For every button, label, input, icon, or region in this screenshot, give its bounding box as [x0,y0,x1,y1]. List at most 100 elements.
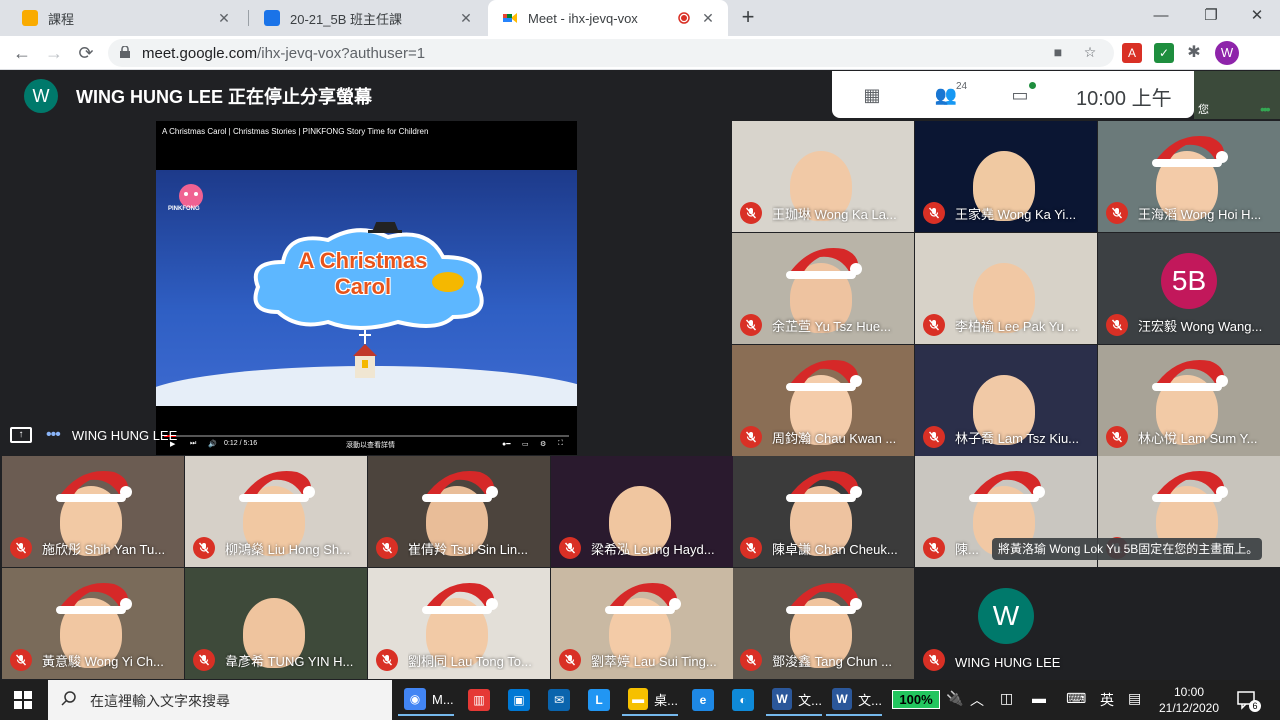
participant-name: 王珈琳 Wong Ka La... [772,207,897,222]
video-progress-bar[interactable] [164,435,569,437]
forward-button[interactable]: → [40,40,68,66]
participant-name: 林心悅 Lam Sum Y... [1138,431,1258,446]
shield-extension-icon[interactable]: ✓ [1154,43,1174,63]
windows-start-icon[interactable] [14,691,32,709]
close-icon[interactable]: ✕ [214,10,234,27]
puzzle-icon[interactable]: ✱ [1184,43,1204,63]
url-host: meet.google.com [142,45,258,62]
reload-button[interactable]: ⟳ [72,40,100,66]
taskbar-app-word[interactable]: W 文... [766,684,822,716]
participant-tile[interactable]: 梁希泓 Leung Hayd... [551,456,733,567]
participant-tile[interactable]: 鄧浚鑫 Tang Chun ... [732,568,914,679]
participant-tile[interactable]: 劉萃婷 Lau Sui Ting... [551,568,733,679]
more-options-icon[interactable]: ••• [46,426,61,444]
participant-name: WING HUNG LEE [955,655,1061,670]
camera-icon[interactable]: ■ [1048,44,1068,62]
taskbar-app-word[interactable]: W 文... [826,684,882,716]
participant-tile[interactable]: 王家堯 Wong Ka Yi... [915,121,1097,232]
santa-hat-icon [239,471,315,502]
taskbar-app-app-red[interactable]: ▥ [462,684,498,716]
pin-toast: 將黃洛瑜 Wong Lok Yu 5B固定在您的主畫面上。 [992,538,1262,560]
pdf-extension-icon[interactable]: A [1122,43,1142,63]
tab-classroom[interactable]: 20-21_5B 班主任課 ✕ [250,0,486,36]
meet-tray-icon[interactable]: ◫ [1000,690,1013,707]
participant-tile[interactable]: 劉桐同 Lau Tong To... [368,568,550,679]
settings-icon[interactable]: ⚙ [540,440,546,448]
participant-tile[interactable]: 韋彥希 TUNG YIN H... [185,568,367,679]
ime-language[interactable]: 英 [1100,690,1114,710]
participant-tile[interactable]: 余芷萱 Yu Tsz Hue... [732,233,914,344]
battery-indicator[interactable]: 100% [892,690,940,709]
chevron-up-icon[interactable]: ︿ [970,690,984,710]
shared-screen[interactable]: A Christmas Carol | Christmas Stories | … [156,121,577,455]
mic-off-icon [740,537,762,559]
video-controls[interactable]: ▶ ⏭ 🔊 0:12 / 5:16 滾動以查看詳情 ●━ ▭ ⚙ ⛶ [156,435,577,455]
tab-label: 課程 [48,11,75,27]
participant-name: 施欣彤 Shih Yan Tu... [42,542,166,557]
subtitles-icon[interactable]: ▭ [522,440,529,448]
search-icon [61,691,76,706]
participant-tile[interactable]: 崔倩羚 Tsui Sin Lin... [368,456,550,567]
volume-icon[interactable]: 🔊 [208,440,217,448]
word-icon: W [772,688,793,710]
participant-tile[interactable]: 陳卓謙 Chan Cheuk... [732,456,914,567]
mic-off-icon [740,314,762,336]
participant-tile[interactable]: 林子喬 Lam Tsz Kiu... [915,345,1097,456]
mic-off-icon [559,649,581,671]
taskbar-app-folder[interactable]: ▬ 桌... [622,684,678,716]
santa-hat-icon [56,471,132,502]
participant-tile[interactable]: 林心悅 Lam Sum Y... [1098,345,1280,456]
tab-meet[interactable]: Meet - ihx-jevq-vox ✕ [488,0,728,36]
participant-name: 王海滔 Wong Hoi H... [1138,207,1262,222]
participant-tile[interactable]: 5B 汪宏毅 Wong Wang... [1098,233,1280,344]
participant-tile[interactable]: 柳鴻燊 Liu Hong Sh... [185,456,367,567]
participant-tile[interactable]: 李柏褕 Lee Pak Yu ... [915,233,1097,344]
autoplay-toggle-icon[interactable]: ●━ [502,440,510,448]
system-clock[interactable]: 10:00 21/12/2020 [1158,684,1220,716]
window-close-button[interactable]: ✕ [1234,4,1280,30]
display-icon[interactable]: ▬ [1032,690,1046,706]
presenter-status: WING HUNG LEE 正在停止分享螢幕 [76,87,372,107]
edge-icon: ◐ [732,689,754,711]
minimize-button[interactable]: — [1138,4,1184,30]
more-options-icon[interactable]: ••• [1260,101,1271,117]
ime-mode-icon[interactable]: ▤ [1128,690,1141,707]
participant-name: 李柏褕 Lee Pak Yu ... [955,319,1079,334]
next-icon[interactable]: ⏭ [190,440,196,448]
participant-tile[interactable]: 王珈琳 Wong Ka La... [732,121,914,232]
mic-off-icon [923,202,945,224]
participant-tile[interactable]: 黃意駿 Wong Yi Ch... [2,568,184,679]
bookmark-star-icon[interactable]: ☆ [1080,44,1100,62]
mic-off-icon [193,649,215,671]
fullscreen-icon[interactable]: ⛶ [558,440,563,448]
meet-call: W WING HUNG LEE 正在停止分享螢幕 ▦ 👥 24 ▭ 10:00 … [0,71,1280,680]
address-bar[interactable]: meet.google.com/ihx-jevq-vox?authuser=1 … [108,39,1114,67]
grid-icon[interactable]: ▦ [858,81,886,109]
taskbar-app-l-app[interactable]: L [582,684,618,716]
participant-tile[interactable]: W WING HUNG LEE [915,568,1097,679]
mic-off-icon [559,537,581,559]
new-tab-button[interactable]: + [736,6,760,30]
taskbar-app-chrome[interactable]: ◉ M... [398,684,454,716]
taskbar-app-mail[interactable]: ✉ [542,684,578,716]
mic-off-icon [1106,314,1128,336]
profile-avatar[interactable]: W [1215,41,1239,65]
participant-tile[interactable]: 周鈞瀚 Chau Kwan ... [732,345,914,456]
close-icon[interactable]: ✕ [456,10,476,27]
classroom-icon [22,10,38,26]
tab-courses[interactable]: 課程 ✕ [8,0,244,36]
participant-tile[interactable]: 施欣彤 Shih Yan Tu... [2,456,184,567]
taskbar-app-store[interactable]: ▣ [502,684,538,716]
share-owner-name: WING HUNG LEE [71,427,178,443]
participant-tile[interactable]: 王海滔 Wong Hoi H... [1098,121,1280,232]
avatar: W [978,588,1034,644]
back-button[interactable]: ← [8,40,36,66]
close-icon[interactable]: ✕ [698,10,718,27]
participant-name: 劉桐同 Lau Tong To... [408,654,532,669]
keyboard-icon[interactable]: ⌨ [1066,690,1086,707]
taskbar-search-box[interactable]: 在這裡輸入文字來搜尋 [48,680,392,720]
plug-icon[interactable]: 🔌 [946,690,963,707]
taskbar-app-edge[interactable]: ◐ [726,684,762,716]
taskbar-app-ie[interactable]: e [686,684,722,716]
restore-button[interactable]: ❐ [1188,4,1234,30]
